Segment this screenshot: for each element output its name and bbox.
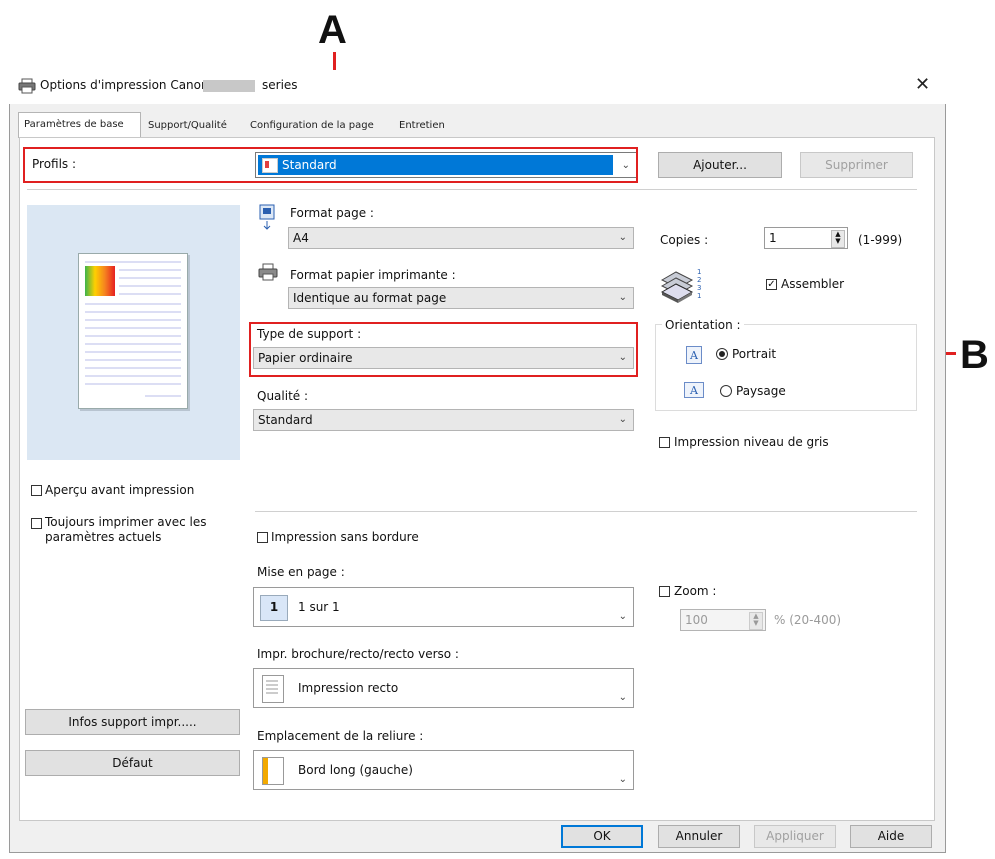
add-profile-button[interactable]: Ajouter... — [658, 152, 782, 178]
copies-label: Copies : — [660, 233, 709, 247]
callout-b-label: B — [960, 333, 989, 377]
binding-edge-icon — [262, 757, 284, 785]
tab-page-setup[interactable]: Configuration de la page — [245, 114, 379, 138]
always-print-label-line1: Toujours imprimer avec les — [45, 515, 207, 529]
svg-text:1: 1 — [697, 292, 701, 300]
page-layout-select[interactable]: 1 1 sur 1 ⌄ — [253, 587, 634, 627]
printer-paper-size-select[interactable]: Identique au format page ⌄ — [288, 287, 634, 309]
help-button[interactable]: Aide — [850, 825, 932, 848]
duplex-select[interactable]: Impression recto ⌄ — [253, 668, 634, 708]
page-size-label: Format page : — [290, 206, 374, 220]
always-print-checkbox[interactable] — [31, 518, 42, 529]
duplex-value: Impression recto — [298, 681, 399, 695]
radio-dot — [719, 351, 725, 357]
model-name-redaction — [203, 80, 255, 92]
spin-arrows-icon: ▲ ▼ — [749, 612, 763, 630]
preview-before-print-label: Aperçu avant impression — [45, 483, 195, 497]
tab-media-quality[interactable]: Support/Qualité — [143, 114, 232, 138]
svg-text:3: 3 — [697, 284, 701, 292]
defaults-button[interactable]: Défaut — [25, 750, 240, 776]
chevron-down-icon: ⌄ — [618, 611, 627, 622]
window-title-suffix: series — [262, 78, 298, 92]
printer-icon — [18, 78, 36, 97]
portrait-label: Portrait — [732, 347, 777, 361]
spin-arrows-icon: ▲ ▼ — [831, 230, 845, 248]
page-size-value: A4 — [293, 231, 309, 245]
ok-button[interactable]: OK — [561, 825, 643, 848]
zoom-checkbox[interactable] — [659, 586, 670, 597]
page-size-select[interactable]: A4 ⌄ — [288, 227, 634, 249]
tab-basic-settings[interactable]: Paramètres de base — [18, 112, 141, 138]
chevron-down-icon: ⌄ — [618, 692, 627, 703]
chevron-down-icon: ⌄ — [618, 292, 627, 303]
page-layout-label: Mise en page : — [257, 565, 345, 579]
printer-paper-size-label: Format papier imprimante : — [290, 268, 456, 282]
profiles-separator — [27, 189, 917, 190]
svg-text:2: 2 — [697, 276, 701, 284]
print-preview — [27, 205, 240, 460]
printer-paper-size-value: Identique au format page — [293, 291, 447, 305]
collate-stack-icon: 1 2 3 1 — [660, 262, 708, 307]
grayscale-checkbox[interactable] — [659, 437, 670, 448]
grayscale-label: Impression niveau de gris — [674, 435, 829, 449]
chevron-down-icon: ⌄ — [618, 774, 627, 785]
copies-input[interactable]: 1 ▲ ▼ — [764, 227, 848, 249]
annotation-box-b — [249, 322, 638, 377]
zoom-range: % (20-400) — [774, 613, 842, 627]
collate-checkbox[interactable]: ✓ — [766, 279, 777, 290]
portrait-icon: A — [686, 346, 702, 364]
annotation-box-a — [23, 147, 638, 183]
borderless-checkbox[interactable] — [257, 532, 268, 543]
page-layout-value: 1 sur 1 — [298, 600, 340, 614]
quality-value: Standard — [258, 413, 313, 427]
printer-paper-icon — [258, 263, 278, 284]
close-icon[interactable]: ✕ — [915, 74, 930, 95]
cancel-button[interactable]: Annuler — [658, 825, 740, 848]
portrait-radio[interactable] — [716, 348, 728, 360]
callout-a-label: A — [318, 8, 347, 52]
landscape-radio[interactable] — [720, 385, 732, 397]
copies-range: (1-999) — [858, 233, 903, 247]
quality-select[interactable]: Standard ⌄ — [253, 409, 634, 431]
apply-button[interactable]: Appliquer — [754, 825, 836, 848]
preview-page — [78, 253, 188, 409]
duplex-label: Impr. brochure/recto/recto verso : — [257, 647, 459, 661]
binding-label: Emplacement de la reliure : — [257, 729, 424, 743]
delete-profile-button[interactable]: Supprimer — [800, 152, 913, 178]
preview-before-print-checkbox[interactable] — [31, 485, 42, 496]
page-size-icon — [258, 204, 276, 233]
copies-value: 1 — [769, 231, 777, 245]
tab-maintenance[interactable]: Entretien — [394, 114, 450, 138]
single-sided-icon — [262, 675, 284, 703]
lower-separator — [255, 511, 917, 512]
svg-text:1: 1 — [697, 268, 701, 276]
collate-label: Assembler — [781, 277, 845, 291]
zoom-label: Zoom : — [674, 584, 717, 598]
page-layout-icon: 1 — [260, 595, 288, 621]
window-title: Options d'impression Canon — [40, 78, 209, 92]
landscape-icon: A — [684, 382, 704, 398]
zoom-input[interactable]: 100 ▲ ▼ — [680, 609, 766, 631]
zoom-value: 100 — [685, 613, 708, 627]
chevron-down-icon: ⌄ — [618, 414, 627, 425]
landscape-label: Paysage — [736, 384, 786, 398]
chevron-down-icon: ⌄ — [618, 232, 627, 243]
media-info-button[interactable]: Infos support impr..... — [25, 709, 240, 735]
binding-select[interactable]: Bord long (gauche) ⌄ — [253, 750, 634, 790]
borderless-label: Impression sans bordure — [271, 530, 419, 544]
always-print-label-line2: paramètres actuels — [45, 530, 162, 544]
orientation-label: Orientation : — [662, 318, 744, 332]
binding-value: Bord long (gauche) — [298, 763, 413, 777]
quality-label: Qualité : — [257, 389, 309, 403]
